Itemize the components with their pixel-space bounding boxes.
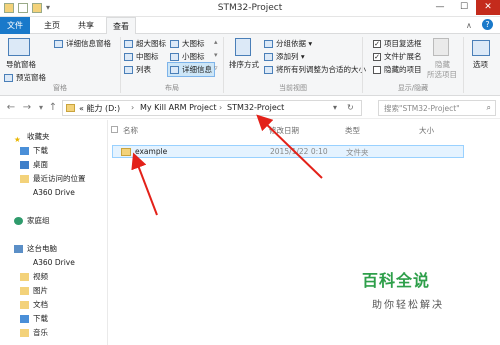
arrow-to-breadcrumb — [256, 114, 323, 179]
annotation-arrows — [131, 114, 323, 216]
watermark-slogan: 助你轻松解决 — [372, 300, 444, 311]
watermark-logo: 百科全说 — [362, 271, 431, 290]
arrow-to-folder — [131, 152, 158, 216]
